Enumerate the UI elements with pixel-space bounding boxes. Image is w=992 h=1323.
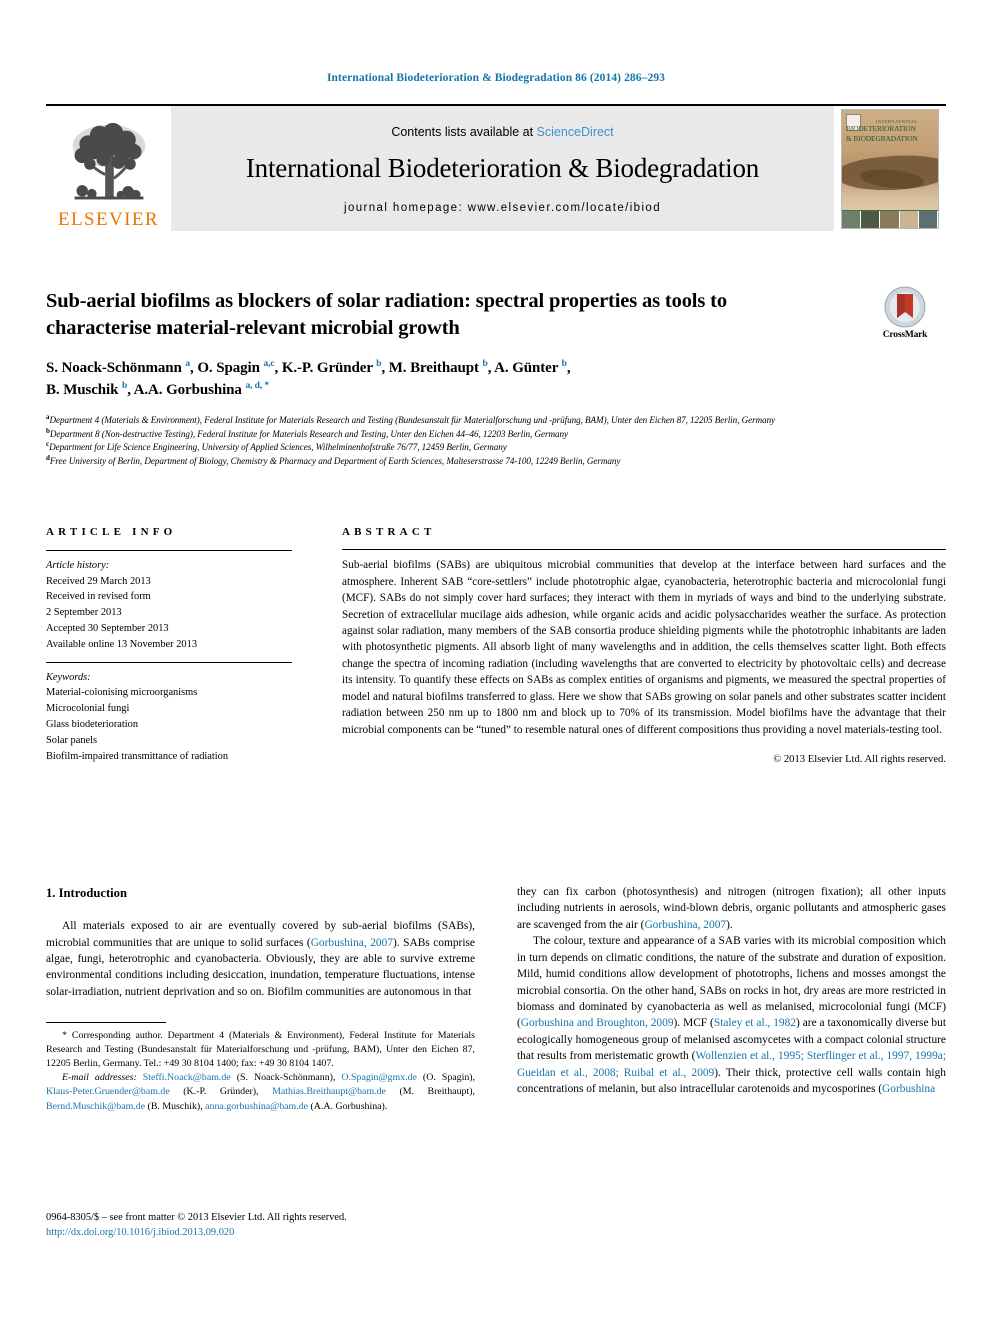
article-history-label: Article history: <box>46 559 110 571</box>
article-history-item: Received 29 March 2013 <box>46 575 151 587</box>
affiliation-b: bDepartment 8 (Non-destructive Testing),… <box>46 427 836 441</box>
keywords-block: Keywords: Material-colonising microorgan… <box>46 661 292 765</box>
keywords-label: Keywords: <box>46 671 91 683</box>
affiliation-text: Department 4 (Materials & Environment), … <box>49 414 776 425</box>
divider <box>46 661 292 663</box>
footnote-divider <box>46 1022 166 1024</box>
section-heading-introduction: 1. Introduction <box>46 886 127 900</box>
affiliation-a: aDepartment 4 (Materials & Environment),… <box>46 413 836 427</box>
abstract-text: Sub-aerial biofilms (SABs) are ubiquitou… <box>342 559 946 736</box>
affiliation-text: Free University of Berlin, Department of… <box>49 456 621 467</box>
page-footer: 0964-8305/$ – see front matter © 2013 El… <box>46 1211 476 1241</box>
issn-copyright-line: 0964-8305/$ – see front matter © 2013 El… <box>46 1212 347 1223</box>
right-paragraph-1: they can fix carbon (photosynthesis) and… <box>517 884 946 933</box>
cover-title: INTERNATIONAL BIODETERIORATION & BIODEGR… <box>846 119 935 144</box>
journal-masthead: ELSEVIER Contents lists available at Sci… <box>46 104 946 232</box>
footnote-text: Corresponding author. Department 4 (Mate… <box>46 1030 475 1070</box>
affiliation-list: aDepartment 4 (Materials & Environment),… <box>46 413 836 469</box>
article-first-page: International Biodeterioration & Biodegr… <box>0 0 992 1323</box>
corresponding-author-note: * Corresponding author. Department 4 (Ma… <box>46 1029 475 1071</box>
elsevier-logo: ELSEVIER <box>46 106 171 231</box>
email-person: (M. Breithaupt) <box>399 1086 473 1098</box>
divider <box>46 549 292 551</box>
title-block: Sub-aerial biofilms as blockers of solar… <box>46 288 836 468</box>
article-history-item: Available online 13 November 2013 <box>46 638 198 650</box>
author-list: S. Noack-Schönmann a, O. Spagin a,c, K.-… <box>46 358 836 402</box>
abstract-copyright: © 2013 Elsevier Ltd. All rights reserved… <box>773 754 946 766</box>
citation-link[interactable]: Gorbushina <box>882 1083 935 1095</box>
keyword-item: Material-colonising microorganisms <box>46 687 198 699</box>
cover-title-line2: & BIODEGRADATION <box>846 133 918 143</box>
sciencedirect-link[interactable]: ScienceDirect <box>537 125 614 139</box>
citation-link[interactable]: Gorbushina, 2007 <box>311 937 393 949</box>
journal-band: Contents lists available at ScienceDirec… <box>171 106 834 231</box>
affiliation-text: Department for Life Science Engineering,… <box>49 442 507 453</box>
article-info-column: ARTICLE INFO Article history: Received 2… <box>46 524 292 768</box>
crossmark-label: CrossMark <box>882 330 928 340</box>
citation-link[interactable]: Gorbushina, 2007 <box>644 919 726 931</box>
journal-title: International Biodeterioration & Biodegr… <box>245 153 760 183</box>
intro-paragraph-1: All materials exposed to air are eventua… <box>46 918 475 1000</box>
crossmark-badge-group[interactable]: CrossMark <box>855 286 955 340</box>
cover-image-strip <box>842 209 938 228</box>
email-person: (K.-P. Gründer) <box>183 1086 257 1098</box>
page-title: Sub-aerial biofilms as blockers of solar… <box>46 290 727 340</box>
email-link[interactable]: Steffi.Noack@bam.de <box>143 1072 231 1083</box>
citation-link[interactable]: Staley et al., 1982 <box>714 1017 796 1029</box>
email-person: (A.A. Gorbushina) <box>310 1100 385 1112</box>
paragraph-text: ). MCF ( <box>673 1017 714 1030</box>
body-columns: 1. Introduction All materials exposed to… <box>46 884 946 1114</box>
contents-available-line: Contents lists available at ScienceDirec… <box>391 125 613 139</box>
elsevier-tree-icon <box>72 122 145 200</box>
author-line-1: S. Noack-Schönmann a, O. Spagin a,c, K.-… <box>46 359 571 377</box>
elsevier-wordmark: ELSEVIER <box>58 209 159 230</box>
running-head: International Biodeterioration & Biodegr… <box>326 72 666 84</box>
keyword-item: Microcolonial fungi <box>46 703 130 715</box>
article-info-heading: ARTICLE INFO <box>46 526 177 538</box>
article-history-item: Accepted 30 September 2013 <box>46 622 169 634</box>
email-person: (O. Spagin) <box>422 1072 473 1084</box>
contents-prefix: Contents lists available at <box>391 125 537 139</box>
email-person: (B. Muschik) <box>147 1100 201 1112</box>
abstract-heading: ABSTRACT <box>342 526 436 538</box>
article-history-item: 2 September 2013 <box>46 607 122 619</box>
divider <box>342 549 946 551</box>
info-abstract-region: ARTICLE INFO Article history: Received 2… <box>46 524 946 768</box>
email-link[interactable]: Mathias.Breithaupt@bam.de <box>272 1086 386 1097</box>
author-line-2: B. Muschik b, A.A. Gorbushina a, d, * <box>46 380 270 398</box>
journal-cover-thumbnail[interactable]: INTERNATIONAL BIODETERIORATION & BIODEGR… <box>841 108 939 229</box>
keyword-item: Biofilm-impaired transmittance of radiat… <box>46 750 229 762</box>
email-link[interactable]: Klaus-Peter.Gruender@bam.de <box>46 1086 170 1097</box>
footnote-star: * <box>62 1030 67 1042</box>
body-column-left: 1. Introduction All materials exposed to… <box>46 884 475 1114</box>
journal-cover-box: INTERNATIONAL BIODETERIORATION & BIODEGR… <box>834 106 946 231</box>
keyword-item: Glass biodeterioration <box>46 719 139 731</box>
affiliation-c: cDepartment for Life Science Engineering… <box>46 440 836 454</box>
citation-link[interactable]: Gorbushina and Broughton, 2009 <box>521 1017 674 1029</box>
body-column-right: they can fix carbon (photosynthesis) and… <box>517 884 946 1114</box>
right-paragraph-2: The colour, texture and appearance of a … <box>517 933 946 1097</box>
email-addresses-note: E-mail addresses: Steffi.Noack@bam.de (S… <box>46 1072 476 1112</box>
paragraph-text: The colour, texture and appearance of a … <box>517 935 946 1030</box>
crossmark-icon[interactable] <box>884 286 926 328</box>
cover-title-line1: BIODETERIORATION <box>846 124 916 134</box>
doi-link[interactable]: http://dx.doi.org/10.1016/j.ibiod.2013.0… <box>46 1226 476 1241</box>
email-link[interactable]: Bernd.Muschik@bam.de <box>46 1101 145 1112</box>
journal-homepage-link[interactable]: journal homepage: www.elsevier.com/locat… <box>344 202 661 214</box>
email-link[interactable]: O.Spagin@gmx.de <box>341 1072 416 1083</box>
affiliation-d: dFree University of Berlin, Department o… <box>46 454 836 468</box>
article-history-item: Received in revised form <box>46 591 151 603</box>
email-link[interactable]: anna.gorbushina@bam.de <box>205 1101 308 1112</box>
email-person: (S. Noack-Schönmann) <box>236 1072 333 1084</box>
abstract-column: ABSTRACT Sub-aerial biofilms (SABs) are … <box>342 524 946 768</box>
keyword-item: Solar panels <box>46 734 98 746</box>
paragraph-text: ). <box>726 918 733 931</box>
affiliation-text: Department 8 (Non-destructive Testing), … <box>49 428 568 439</box>
email-label: E-mail addresses: <box>62 1072 137 1084</box>
